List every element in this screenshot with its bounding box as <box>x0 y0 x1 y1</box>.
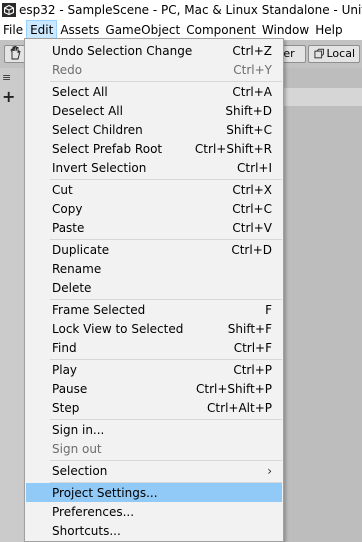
menu-item-shortcut: Ctrl+Z <box>232 43 272 58</box>
menu-item-shortcut: Shift+F <box>227 321 272 336</box>
menu-item-select-all[interactable]: Select All Ctrl+A <box>26 82 282 101</box>
menu-item-shortcut: Ctrl+D <box>231 242 272 257</box>
menu-item-label: Frame Selected <box>52 302 146 317</box>
add-button[interactable]: + <box>2 88 22 106</box>
menu-item-shortcut: Ctrl+F <box>233 340 272 355</box>
menu-item-label: Project Settings... <box>52 485 158 500</box>
menu-item-delete[interactable]: Delete <box>26 278 282 297</box>
menu-item-step[interactable]: Step Ctrl+Alt+P <box>26 398 282 417</box>
menu-item-sign-out[interactable]: Sign out <box>26 439 282 458</box>
menu-item-invert-selection[interactable]: Invert Selection Ctrl+I <box>26 158 282 177</box>
menu-item-label: Sign in... <box>52 422 105 437</box>
menu-item-label: Paste <box>52 220 85 235</box>
menu-item-find[interactable]: Find Ctrl+F <box>26 338 282 357</box>
menu-item-shortcuts[interactable]: Shortcuts... <box>26 521 282 540</box>
local-coordinates-icon <box>314 48 325 59</box>
menu-item-label: Delete <box>52 280 92 295</box>
menu-item-selection[interactable]: Selection › <box>26 461 282 480</box>
menu-item-shortcut: Ctrl+V <box>232 220 272 235</box>
menu-gameobject[interactable]: GameObject <box>102 20 183 40</box>
local-global-toggle[interactable]: Local <box>308 45 360 63</box>
menu-component[interactable]: Component <box>183 20 259 40</box>
menu-item-label: Find <box>52 340 77 355</box>
menu-item-shortcut: Ctrl+Shift+P <box>196 381 272 396</box>
menu-item-lock-view[interactable]: Lock View to Selected Shift+F <box>26 319 282 338</box>
menu-item-label: Rename <box>52 261 102 276</box>
menu-help[interactable]: Help <box>312 20 345 40</box>
menu-item-label: Select Prefab Root <box>52 141 163 156</box>
menu-item-cut[interactable]: Cut Ctrl+X <box>26 180 282 199</box>
menu-item-play[interactable]: Play Ctrl+P <box>26 360 282 379</box>
menu-item-shortcut: Ctrl+Alt+P <box>207 400 272 415</box>
menu-item-rename[interactable]: Rename <box>26 259 282 278</box>
menu-item-label: Cut <box>52 182 73 197</box>
menu-item-label: Duplicate <box>52 242 110 257</box>
menu-item-shortcut: Ctrl+A <box>232 84 272 99</box>
menu-item-label: Copy <box>52 201 83 216</box>
menu-item-shortcut: Ctrl+X <box>232 182 272 197</box>
menu-item-label: Select All <box>52 84 108 99</box>
menu-item-redo[interactable]: Redo Ctrl+Y <box>26 60 282 79</box>
menu-item-sign-in[interactable]: Sign in... <box>26 420 282 439</box>
scene-toolbar-row <box>284 88 362 106</box>
hand-tool-button[interactable] <box>4 45 26 63</box>
menu-item-shortcut: F <box>265 302 272 317</box>
menu-item-frame-selected[interactable]: Frame Selected F <box>26 300 282 319</box>
menu-item-label: Sign out <box>52 441 102 456</box>
menu-item-duplicate[interactable]: Duplicate Ctrl+D <box>26 240 282 259</box>
menu-item-shortcut: Ctrl+I <box>237 160 272 175</box>
title-bar: esp32 - SampleScene - PC, Mac & Linux St… <box>0 0 362 20</box>
menu-item-shortcut: Shift+D <box>225 103 272 118</box>
menu-item-select-prefab-root[interactable]: Select Prefab Root Ctrl+Shift+R <box>26 139 282 158</box>
menu-item-shortcut: Ctrl+P <box>233 362 272 377</box>
menu-edit[interactable]: Edit <box>26 20 58 40</box>
local-label: Local <box>326 47 355 60</box>
menu-window[interactable]: Window <box>259 20 312 40</box>
scene-panel <box>284 68 362 542</box>
list-icon: ≡ <box>2 71 12 84</box>
menu-item-label: Undo Selection Change <box>52 43 193 58</box>
menu-item-project-settings[interactable]: Project Settings... <box>26 483 282 502</box>
menu-item-label: Lock View to Selected <box>52 321 184 336</box>
menu-bar: File Edit Assets GameObject Component Wi… <box>0 20 362 40</box>
menu-item-label: Invert Selection <box>52 160 147 175</box>
menu-item-label: Shortcuts... <box>52 523 121 538</box>
menu-item-shortcut: Ctrl+C <box>232 201 272 216</box>
menu-item-copy[interactable]: Copy Ctrl+C <box>26 199 282 218</box>
menu-item-label: Deselect All <box>52 103 123 118</box>
menu-file[interactable]: File <box>0 20 26 40</box>
window-title: esp32 - SampleScene - PC, Mac & Linux St… <box>19 3 362 17</box>
chevron-right-icon: › <box>267 463 272 478</box>
menu-item-select-children[interactable]: Select Children Shift+C <box>26 120 282 139</box>
menu-item-deselect-all[interactable]: Deselect All Shift+D <box>26 101 282 120</box>
hierarchy-panel <box>0 68 24 542</box>
menu-item-shortcut: Shift+C <box>226 122 272 137</box>
menu-item-preferences[interactable]: Preferences... <box>26 502 282 521</box>
menu-item-undo[interactable]: Undo Selection Change Ctrl+Z <box>26 41 282 60</box>
menu-item-shortcut: Ctrl+Y <box>233 62 272 77</box>
menu-item-pause[interactable]: Pause Ctrl+Shift+P <box>26 379 282 398</box>
menu-item-paste[interactable]: Paste Ctrl+V <box>26 218 282 237</box>
menu-item-label: Play <box>52 362 78 377</box>
menu-item-label: Preferences... <box>52 504 135 519</box>
edit-menu-dropdown: Undo Selection Change Ctrl+Z Redo Ctrl+Y… <box>24 38 284 542</box>
hierarchy-tab[interactable]: ≡ <box>2 70 22 86</box>
menu-item-label: Pause <box>52 381 88 396</box>
menu-assets[interactable]: Assets <box>57 20 102 40</box>
menu-item-label: Selection <box>52 463 108 478</box>
menu-item-label: Redo <box>52 62 83 77</box>
menu-item-label: Step <box>52 400 80 415</box>
menu-item-shortcut: Ctrl+Shift+R <box>194 141 272 156</box>
hand-icon <box>10 46 21 60</box>
unity-logo-icon <box>2 3 16 17</box>
menu-item-label: Select Children <box>52 122 143 137</box>
